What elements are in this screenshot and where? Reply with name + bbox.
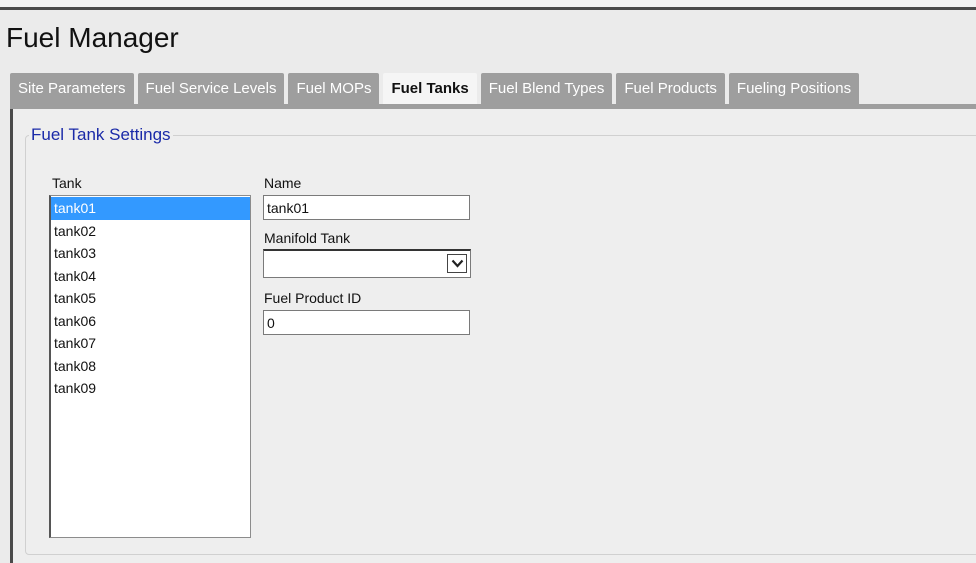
fuel-product-id-input[interactable] bbox=[263, 310, 470, 335]
fuel-product-id-label: Fuel Product ID bbox=[264, 290, 362, 306]
name-label: Name bbox=[264, 175, 302, 191]
chevron-down-icon[interactable] bbox=[447, 254, 467, 273]
manifold-tank-label: Manifold Tank bbox=[264, 230, 351, 246]
tab-site-parameters[interactable]: Site Parameters bbox=[10, 73, 134, 104]
name-input[interactable] bbox=[263, 195, 470, 220]
tank-list-item[interactable]: tank09 bbox=[51, 377, 250, 400]
tank-list-label: Tank bbox=[52, 175, 82, 191]
top-border bbox=[0, 0, 976, 10]
tab-bar: Site Parameters Fuel Service Levels Fuel… bbox=[10, 73, 860, 104]
tank-list-item[interactable]: tank04 bbox=[51, 265, 250, 288]
tank-list-item[interactable]: tank08 bbox=[51, 355, 250, 378]
tab-fuel-blend-types[interactable]: Fuel Blend Types bbox=[480, 73, 613, 104]
tab-fuel-mops[interactable]: Fuel MOPs bbox=[288, 73, 380, 104]
tank-list-item[interactable]: tank01 bbox=[51, 197, 250, 220]
tab-fuel-tanks[interactable]: Fuel Tanks bbox=[383, 73, 477, 104]
tab-fueling-positions[interactable]: Fueling Positions bbox=[728, 73, 860, 104]
tank-list-item[interactable]: tank06 bbox=[51, 310, 250, 333]
tank-list-item[interactable]: tank02 bbox=[51, 220, 250, 243]
tab-fuel-products[interactable]: Fuel Products bbox=[616, 73, 725, 104]
app-title: Fuel Manager bbox=[6, 22, 179, 53]
group-legend: Fuel Tank Settings bbox=[31, 125, 171, 144]
settings-panel: Fuel Tank Settings Tank tank01 tank02 ta… bbox=[10, 109, 976, 563]
manifold-tank-select[interactable] bbox=[263, 249, 471, 278]
tank-list[interactable]: tank01 tank02 tank03 tank04 tank05 tank0… bbox=[49, 195, 251, 538]
tab-fuel-service-levels[interactable]: Fuel Service Levels bbox=[137, 73, 285, 104]
tank-list-item[interactable]: tank07 bbox=[51, 332, 250, 355]
tank-list-item[interactable]: tank03 bbox=[51, 242, 250, 265]
tank-list-item[interactable]: tank05 bbox=[51, 287, 250, 310]
